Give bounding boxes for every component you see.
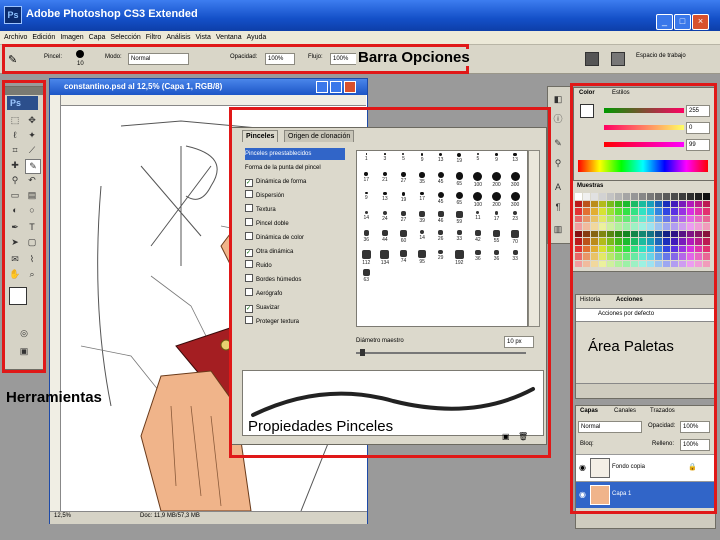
navigator-icon[interactable]: ◧ <box>551 93 565 106</box>
annotation-area-paletas: Área Paletas <box>588 338 674 355</box>
title-bar: Ps Adobe Photoshop CS3 Extended _ □ × <box>0 0 720 31</box>
doc-close-button[interactable] <box>344 81 356 93</box>
menu-edicion[interactable]: Edición <box>32 31 55 44</box>
document-title: constantino.psd al 12,5% (Capa 1, RGB/8) <box>64 82 223 91</box>
menu-capa[interactable]: Capa <box>89 31 106 44</box>
menu-ayuda[interactable]: Ayuda <box>247 31 267 44</box>
menu-vista[interactable]: Vista <box>195 31 210 44</box>
window-title: Adobe Photoshop CS3 Extended <box>26 8 198 20</box>
ruler-top <box>60 95 366 106</box>
document-status-bar: 12,5% Doc: 11,9 MB/57,3 MB <box>50 511 367 524</box>
layers-footer <box>576 513 715 528</box>
annotation-barra-opciones: Barra Opciones <box>356 49 472 66</box>
brush-palette-icon[interactable]: ✎ <box>551 137 565 150</box>
layer-comps-icon[interactable]: ▥ <box>551 223 565 236</box>
workspace-menu[interactable]: Espacio de trabajo <box>636 53 686 59</box>
minimize-button[interactable]: _ <box>656 14 673 30</box>
doc-maximize-button[interactable] <box>330 81 342 93</box>
menu-seleccion[interactable]: Selección <box>110 31 140 44</box>
info-icon[interactable]: ⓘ <box>551 113 565 126</box>
menu-filtro[interactable]: Filtro <box>146 31 162 44</box>
clone-source-icon[interactable]: ⚲ <box>551 157 565 170</box>
menu-analisis[interactable]: Análisis <box>166 31 190 44</box>
doc-minimize-button[interactable] <box>316 81 328 93</box>
maximize-button[interactable]: □ <box>674 14 691 30</box>
photoshop-logo-icon: Ps <box>4 6 22 24</box>
paragraph-icon[interactable]: ¶ <box>551 201 565 214</box>
tools-highlight <box>2 80 46 373</box>
menu-bar: Archivo Edición Imagen Capa Selección Filtro A… <box>0 31 720 45</box>
zoom-level[interactable]: 12,5% <box>54 513 71 519</box>
doc-size-info[interactable]: Doc: 11,9 MB/57,3 MB <box>140 513 200 519</box>
menu-imagen[interactable]: Imagen <box>60 31 83 44</box>
ruler-left <box>50 95 61 511</box>
annotation-propiedades-pinceles: Propiedades Pinceles <box>248 418 394 435</box>
character-icon[interactable]: A <box>551 181 565 194</box>
close-button[interactable]: × <box>692 14 709 30</box>
brush-props-highlight <box>229 107 551 458</box>
palettes-highlight <box>570 83 717 514</box>
annotation-herramientas: Herramientas <box>6 389 102 406</box>
palette-well-icon[interactable] <box>585 52 599 66</box>
menu-archivo[interactable]: Archivo <box>4 31 27 44</box>
workspace-icon[interactable] <box>611 52 625 66</box>
menu-ventana[interactable]: Ventana <box>216 31 242 44</box>
